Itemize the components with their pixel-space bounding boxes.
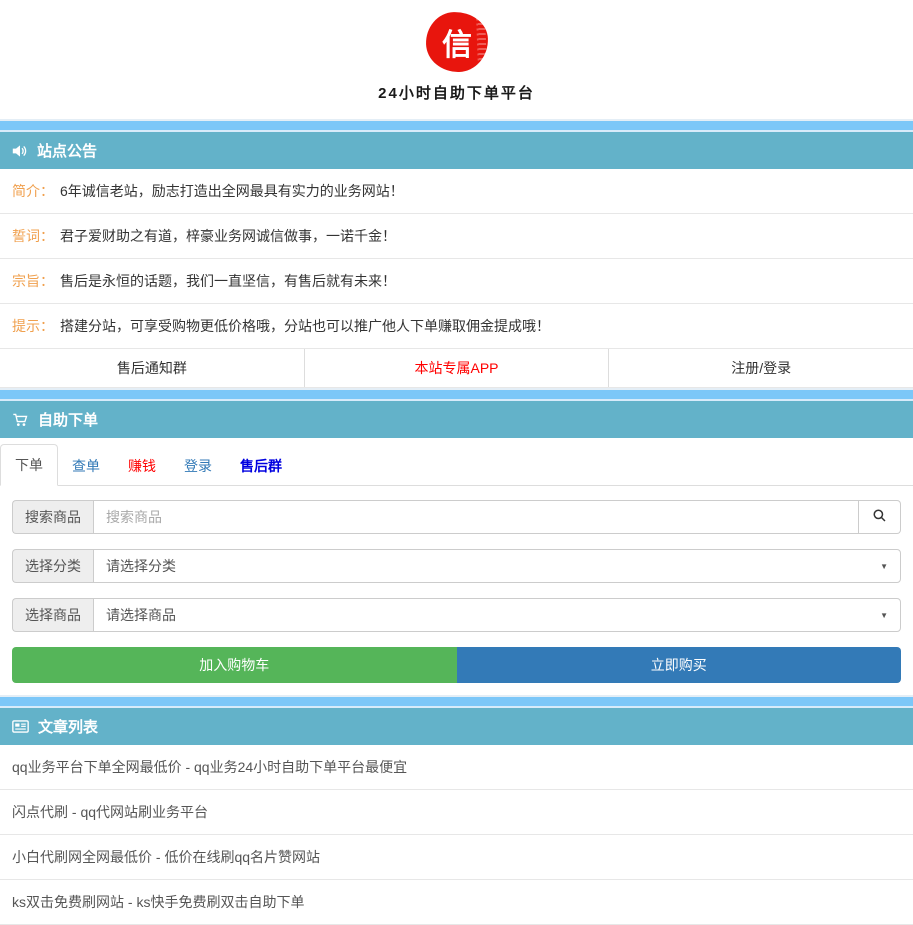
chevron-down-icon: ▼	[880, 611, 888, 620]
announcement-item: 宗旨： 售后是永恒的话题，我们一直坚信，有售后就有未来！	[0, 259, 913, 304]
order-header-title: 自助下单	[38, 409, 98, 430]
product-label: 选择商品	[12, 598, 93, 632]
buy-now-button[interactable]: 立即购买	[457, 647, 902, 683]
search-icon	[872, 508, 887, 526]
masthead: 信 24小时自助下单平台	[0, 0, 913, 119]
tab-aftersale-group[interactable]: 售后群	[226, 446, 296, 486]
articles-header-title: 文章列表	[38, 716, 98, 737]
article-link[interactable]: ks双击免费刷网站 - ks快手免费刷双击自助下单	[0, 880, 913, 925]
article-link[interactable]: qq业务平台下单全网最低价 - qq业务24小时自助下单平台最便宜	[0, 745, 913, 790]
announcement-item: 誓词： 君子爱财助之有道，梓豪业务网诚信做事，一诺千金！	[0, 214, 913, 259]
register-login-link[interactable]: 注册/登录	[608, 349, 913, 387]
tab-check-order[interactable]: 查单	[58, 446, 114, 486]
announcement-label: 宗旨：	[12, 273, 54, 289]
article-link[interactable]: 小白代刷网全网最低价 - 低价在线刷qq名片赞网站	[0, 835, 913, 880]
search-label: 搜索商品	[12, 500, 93, 534]
search-input[interactable]	[93, 500, 859, 534]
order-form: 搜索商品 选择分类 请选择分类 ▼ 选择商品 请选择商品 ▼ 加入购物车 立即购…	[0, 500, 913, 695]
newspaper-icon	[12, 719, 29, 734]
category-select[interactable]: 请选择分类 ▼	[93, 549, 901, 583]
category-label: 选择分类	[12, 549, 93, 583]
article-link[interactable]: 闪点代刷 - qq代网站刷业务平台	[0, 790, 913, 835]
announcement-text: 搭建分站，可享受购物更低价格哦，分站也可以推广他人下单赚取佣金提成哦！	[60, 318, 550, 334]
quick-links-row: 售后通知群 本站专属APP 注册/登录	[0, 349, 913, 388]
chevron-down-icon: ▼	[880, 562, 888, 571]
announcement-text: 6年诚信老站，励志打造出全网最具有实力的业务网站！	[60, 183, 404, 199]
search-button[interactable]	[859, 500, 901, 534]
search-group: 搜索商品	[12, 500, 901, 534]
announcement-text: 君子爱财助之有道，梓豪业务网诚信做事，一诺千金！	[60, 228, 396, 244]
divider-strip	[0, 119, 913, 132]
site-logo-seal-icon: 信	[424, 11, 488, 73]
action-buttons: 加入购物车 立即购买	[12, 647, 901, 683]
order-header: 自助下单	[0, 401, 913, 438]
announcement-item: 提示： 搭建分站，可享受购物更低价格哦，分站也可以推广他人下单赚取佣金提成哦！	[0, 304, 913, 349]
site-title: 24小时自助下单平台	[0, 82, 913, 103]
tab-login[interactable]: 登录	[170, 446, 226, 486]
add-to-cart-button[interactable]: 加入购物车	[12, 647, 457, 683]
seal-character: 信	[442, 20, 472, 64]
divider-strip	[0, 388, 913, 401]
product-selected-value: 请选择商品	[106, 605, 176, 625]
announcement-header: 站点公告	[0, 132, 913, 169]
announcement-item: 简介： 6年诚信老站，励志打造出全网最具有实力的业务网站！	[0, 169, 913, 214]
announcement-label: 提示：	[12, 318, 54, 334]
speaker-icon	[12, 143, 28, 159]
product-group: 选择商品 请选择商品 ▼	[12, 598, 901, 632]
aftersale-group-link[interactable]: 售后通知群	[0, 349, 304, 387]
announcement-label: 简介：	[12, 183, 54, 199]
site-app-link[interactable]: 本站专属APP	[304, 349, 609, 387]
product-select[interactable]: 请选择商品 ▼	[93, 598, 901, 632]
announcement-text: 售后是永恒的话题，我们一直坚信，有售后就有未来！	[60, 273, 396, 289]
tab-earn-money[interactable]: 赚钱	[114, 446, 170, 486]
order-tabs: 下单 查单 赚钱 登录 售后群	[0, 438, 913, 486]
announcement-label: 誓词：	[12, 228, 54, 244]
announcement-header-title: 站点公告	[37, 140, 97, 161]
category-selected-value: 请选择分类	[106, 556, 176, 576]
articles-header: 文章列表	[0, 708, 913, 745]
category-group: 选择分类 请选择分类 ▼	[12, 549, 901, 583]
tab-place-order[interactable]: 下单	[0, 444, 58, 486]
cart-icon	[12, 412, 29, 428]
divider-strip	[0, 695, 913, 708]
